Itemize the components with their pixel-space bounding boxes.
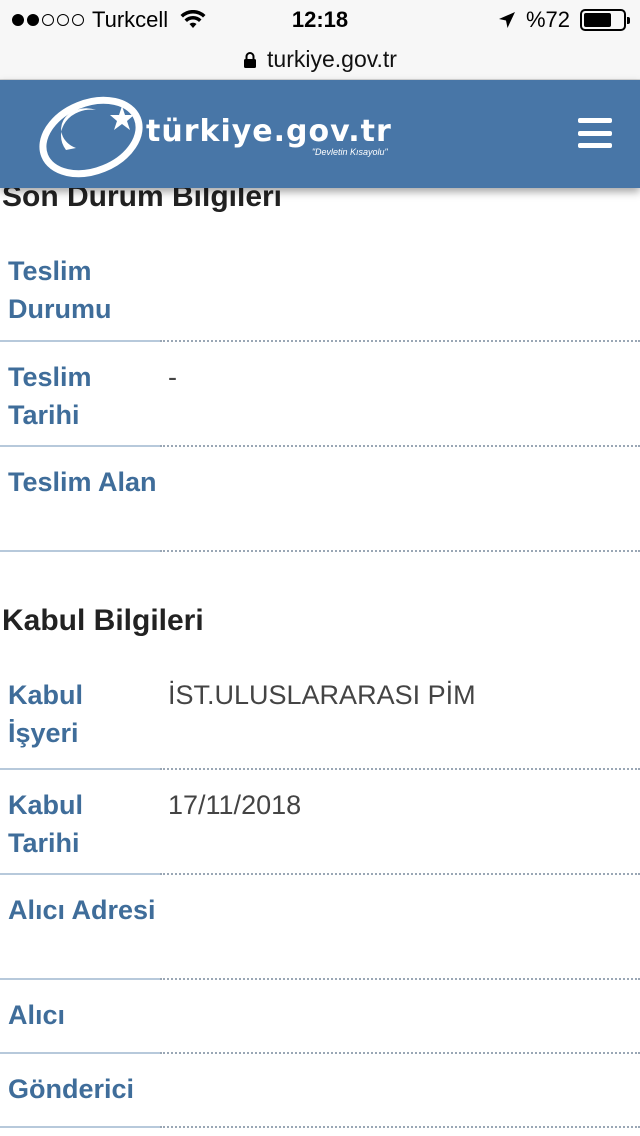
lock-icon — [243, 51, 257, 69]
row-value: - — [160, 342, 640, 447]
status-right: %72 — [498, 7, 630, 33]
row-value — [160, 1054, 640, 1128]
location-arrow-icon — [498, 12, 515, 28]
url-text: turkiye.gov.tr — [267, 46, 397, 72]
info-row-teslim-alan: Teslim Alan — [0, 447, 640, 552]
hamburger-menu-icon[interactable] — [578, 118, 612, 148]
row-label: Alıcı — [0, 980, 160, 1054]
row-label: Teslim Tarihi — [0, 342, 160, 447]
row-label: Teslim Durumu — [0, 240, 160, 342]
battery-icon — [580, 9, 630, 31]
section-title-kabul: Kabul Bilgileri — [2, 604, 204, 637]
row-label: Alıcı Adresi — [0, 875, 160, 980]
row-label: Gönderici — [0, 1054, 160, 1128]
site-header: türkiye.gov.tr "Devletin Kısayolu" — [0, 80, 640, 188]
site-logo[interactable]: türkiye.gov.tr "Devletin Kısayolu" — [36, 90, 392, 180]
address-bar[interactable]: turkiye.gov.tr — [0, 40, 640, 80]
row-label: Kabul Tarihi — [0, 770, 160, 875]
row-value — [160, 447, 640, 552]
info-row-gonderici: Gönderici — [0, 1054, 640, 1128]
page-content: Son Durum Bilgileri Teslim Durumu Teslim… — [0, 188, 640, 1136]
row-value — [160, 875, 640, 980]
row-value: 17/11/2018 — [160, 770, 640, 875]
info-row-kabul-tarihi: Kabul Tarihi 17/11/2018 — [0, 770, 640, 875]
section-title-son-durum: Son Durum Bilgileri — [2, 188, 283, 213]
status-bar: Turkcell 12:18 %72 — [0, 0, 640, 40]
logo-slogan: "Devletin Kısayolu" — [311, 146, 388, 157]
info-row-teslim-durumu: Teslim Durumu — [0, 240, 640, 342]
row-value: İST.ULUSLARARASI PİM — [160, 664, 640, 770]
crescent-star-icon — [39, 96, 143, 178]
info-row-alici-adresi: Alıcı Adresi — [0, 875, 640, 980]
battery-percent: %72 — [525, 7, 570, 32]
info-row-teslim-tarihi: Teslim Tarihi - — [0, 342, 640, 447]
info-row-kabul-isyeri: Kabul İşyeri İST.ULUSLARARASI PİM — [0, 664, 640, 770]
info-row-alici: Alıcı — [0, 980, 640, 1054]
logo-text: türkiye.gov.tr — [146, 113, 392, 149]
row-value — [160, 980, 640, 1054]
row-value — [160, 240, 640, 342]
row-label: Teslim Alan — [0, 447, 160, 552]
row-label: Kabul İşyeri — [0, 664, 160, 770]
